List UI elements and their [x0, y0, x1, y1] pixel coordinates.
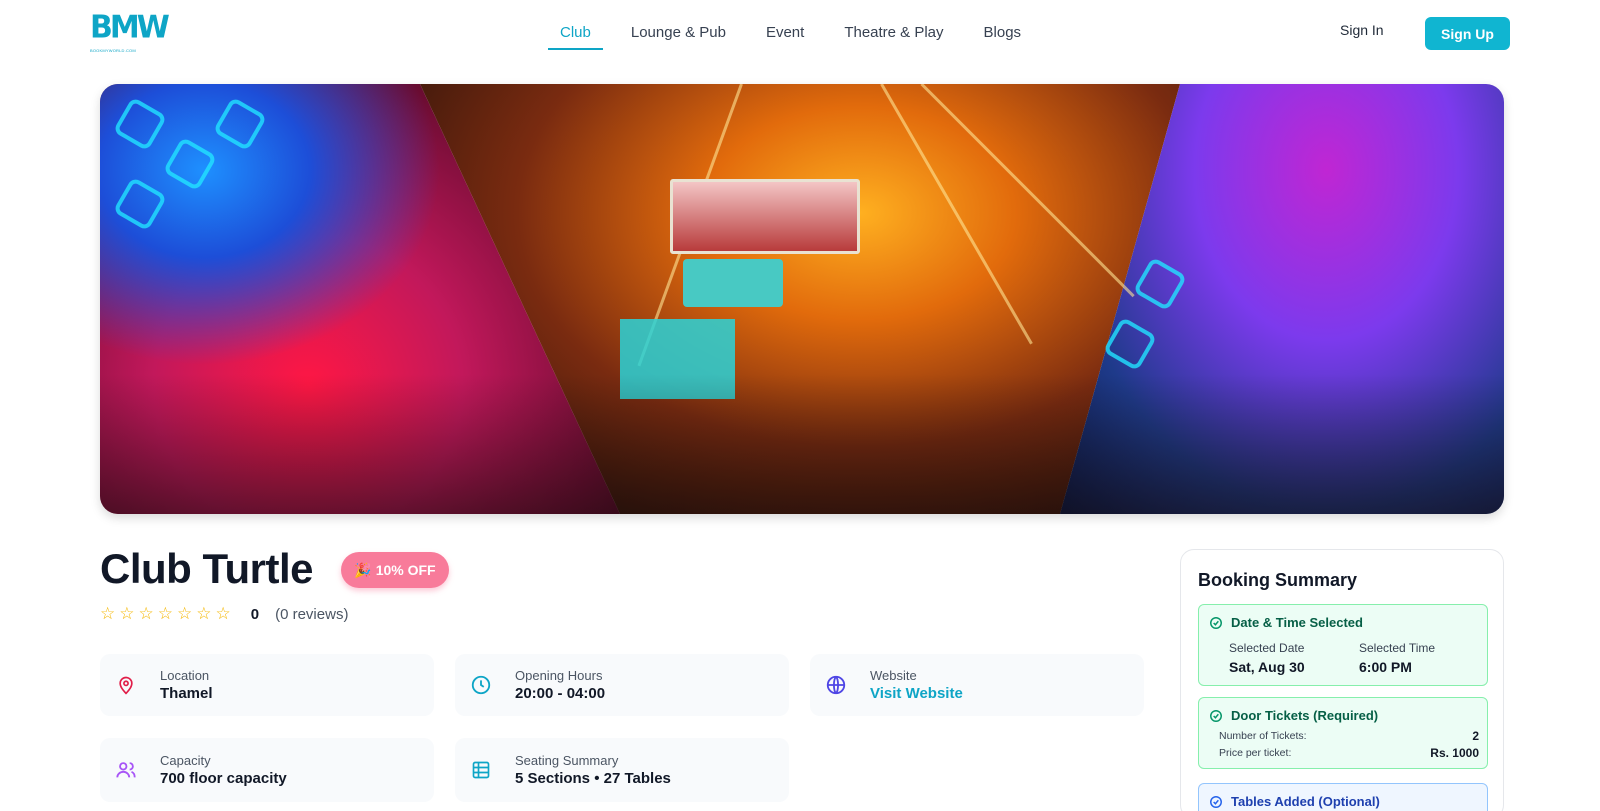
star-icon[interactable]: ☆ [177, 604, 192, 624]
star-rating: ☆ ☆ ☆ ☆ ☆ ☆ ☆ [100, 604, 231, 624]
selected-date-label: Selected Date [1229, 641, 1305, 655]
seating-card: Seating Summary 5 Sections • 27 Tables [455, 738, 789, 802]
logo[interactable]: BMW BOOKMYWORLD.COM [90, 9, 170, 56]
visit-website-link[interactable]: Visit Website [870, 685, 963, 702]
website-card: Website Visit Website [810, 654, 1144, 716]
tables-added-heading: Tables Added (Optional) [1209, 794, 1380, 809]
star-icon[interactable]: ☆ [139, 604, 154, 624]
location-value: Thamel [160, 685, 213, 702]
date-time-heading-text: Date & Time Selected [1231, 615, 1363, 630]
ticket-count-value: 2 [1472, 729, 1479, 743]
door-tickets-heading-text: Door Tickets (Required) [1231, 708, 1379, 723]
ticket-count-label: Number of Tickets: [1219, 730, 1307, 742]
crowd-shade [100, 374, 1504, 514]
stage-sign [683, 259, 783, 307]
booking-summary: Booking Summary Date & Time Selected Sel… [1180, 549, 1504, 811]
check-circle-icon [1210, 616, 1222, 629]
star-icon[interactable]: ☆ [100, 604, 115, 624]
location-label: Location [160, 668, 210, 683]
seating-value: 5 Sections • 27 Tables [515, 770, 671, 787]
ticket-price-label: Price per ticket: [1219, 747, 1292, 759]
nav-blogs[interactable]: Blogs [964, 0, 1042, 64]
nav-event[interactable]: Event [746, 0, 824, 64]
rating: ☆ ☆ ☆ ☆ ☆ ☆ ☆ 0 (0 reviews) [100, 604, 348, 624]
selected-date-value: Sat, Aug 30 [1229, 659, 1305, 675]
booking-summary-title: Booking Summary [1198, 570, 1358, 590]
tables-added-heading-text: Tables Added (Optional) [1231, 794, 1380, 809]
sign-in-link[interactable]: Sign In [1340, 22, 1384, 38]
sign-up-button[interactable]: Sign Up [1425, 17, 1510, 50]
discount-badge: 🎉 10% OFF [341, 552, 449, 588]
logo-mark: BMW [90, 9, 170, 46]
main-nav: Club Lounge & Pub Event Theatre & Play B… [540, 0, 1041, 64]
star-icon[interactable]: ☆ [216, 604, 231, 624]
header: BMW BOOKMYWORLD.COM Club Lounge & Pub Ev… [0, 0, 1600, 64]
users-icon [114, 758, 138, 782]
star-icon[interactable]: ☆ [196, 604, 211, 624]
table-icon [469, 758, 493, 782]
globe-icon [824, 673, 848, 697]
map-pin-icon [114, 673, 138, 697]
hero-image [100, 84, 1504, 514]
nav-theatre-play[interactable]: Theatre & Play [824, 0, 963, 64]
capacity-value: 700 floor capacity [160, 770, 287, 787]
star-icon[interactable]: ☆ [158, 604, 173, 624]
reviews-count[interactable]: (0 reviews) [275, 606, 348, 623]
hours-card: Opening Hours 20:00 - 04:00 [455, 654, 789, 716]
dj-booth [670, 179, 860, 254]
capacity-card: Capacity 700 floor capacity [100, 738, 434, 802]
venue-title: Club Turtle [100, 545, 314, 592]
logo-subtext: BOOKMYWORLD.COM [90, 48, 136, 53]
check-circle-icon [1210, 709, 1222, 722]
website-label: Website [870, 668, 917, 683]
hours-value: 20:00 - 04:00 [515, 685, 606, 702]
rating-value: 0 [250, 605, 260, 623]
hours-label: Opening Hours [515, 668, 603, 683]
nav-lounge-pub[interactable]: Lounge & Pub [611, 0, 746, 64]
door-tickets-heading: Door Tickets (Required) [1209, 708, 1378, 723]
ticket-price-value: Rs. 1000 [1430, 746, 1479, 760]
selected-time-label: Selected Time [1359, 641, 1436, 655]
door-tickets-box: Door Tickets (Required) Number of Ticket… [1198, 697, 1488, 769]
date-time-box: Date & Time Selected Selected Date Sat, … [1198, 604, 1488, 686]
clock-icon [469, 673, 493, 697]
tables-added-box: Tables Added (Optional) [1198, 783, 1488, 811]
star-icon[interactable]: ☆ [119, 604, 134, 624]
nav-club[interactable]: Club [540, 0, 611, 64]
location-card: Location Thamel [100, 654, 434, 716]
capacity-label: Capacity [160, 753, 211, 768]
check-circle-icon [1210, 795, 1222, 808]
seating-label: Seating Summary [515, 753, 619, 768]
date-time-heading: Date & Time Selected [1209, 615, 1363, 630]
selected-time-value: 6:00 PM [1359, 659, 1412, 675]
